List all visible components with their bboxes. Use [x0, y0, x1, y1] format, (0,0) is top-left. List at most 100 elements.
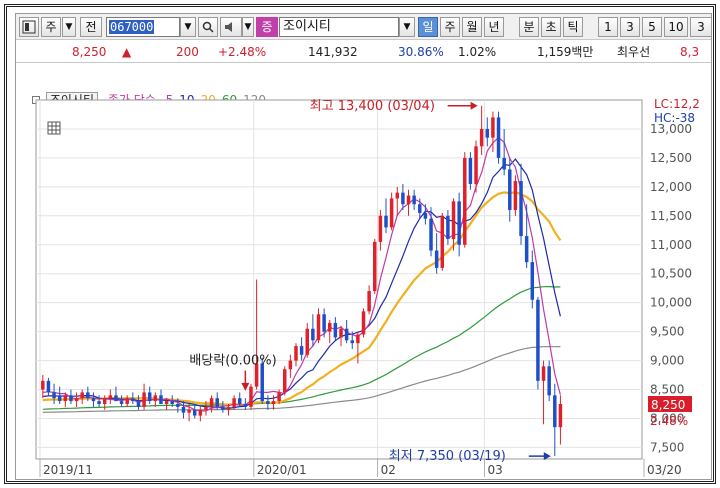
prefix-button[interactable]: 전: [80, 17, 102, 37]
candle-body: [52, 392, 56, 399]
ratio-one: 30.86%: [398, 45, 444, 59]
name-dropdown-icon[interactable]: ▼: [399, 17, 415, 37]
candle-body: [350, 340, 354, 344]
period-tick[interactable]: 틱: [563, 17, 583, 37]
candle-body: [260, 363, 264, 402]
candle-body: [232, 398, 236, 407]
candle-body: [299, 346, 304, 355]
candle-body: [547, 366, 551, 396]
candle-body: [344, 328, 349, 341]
candle-body: [423, 212, 428, 219]
period-week[interactable]: 주: [440, 17, 460, 37]
candle-body: [367, 291, 371, 312]
candle-body: [558, 403, 563, 428]
current-price: 8,250: [72, 45, 107, 59]
x-tick-label: 02: [381, 463, 396, 477]
candle-body: [305, 328, 309, 355]
interval-10[interactable]: 10: [664, 17, 688, 37]
candle-body: [74, 398, 79, 402]
candle-body: [209, 398, 214, 407]
hc-label: HC:-38: [654, 111, 695, 125]
grid-settings-icon[interactable]: [47, 121, 61, 135]
candle-body: [192, 409, 197, 416]
candle-body: [187, 409, 191, 413]
current-price-label: 8,250: [651, 398, 685, 412]
candle-body: [249, 386, 253, 407]
candle-body: [463, 157, 467, 245]
stock-code-value: 067000: [109, 20, 155, 34]
extra-quote: 8,3: [680, 45, 700, 59]
candle-body: [356, 334, 360, 344]
candle-body: [102, 398, 107, 404]
candle-body: [131, 398, 135, 402]
candle-body: [406, 195, 411, 205]
candle-body: [429, 218, 433, 251]
sound-dropdown-icon[interactable]: ▼: [242, 17, 254, 37]
interval-30[interactable]: 3: [690, 17, 711, 37]
y-tick-label: 10,000: [650, 296, 692, 310]
candle-body: [491, 117, 495, 138]
candle-body: [519, 181, 523, 237]
candle-body: [361, 311, 366, 335]
candle-body: [485, 128, 490, 138]
candle-body: [63, 395, 68, 402]
stock-code-input[interactable]: 067000: [106, 17, 180, 37]
candle-body: [536, 299, 540, 381]
candle-body: [266, 401, 270, 404]
y-tick-label: 8,500: [650, 383, 684, 397]
price-change: 200: [176, 45, 199, 59]
x-tick-label: 03: [487, 463, 502, 477]
toolbar: 주 ▼ 전 067000 ▼ ▼ 증 조이시티 ▼ 일 주 월 년 분 초 틱 …: [16, 14, 711, 40]
y-tick-label: 7,500: [650, 440, 684, 454]
period-second[interactable]: 초: [541, 17, 561, 37]
y-tick-label: 9,500: [650, 325, 684, 339]
search-icon[interactable]: [198, 17, 218, 37]
y-tick-label: 9,000: [650, 354, 684, 368]
candle-body: [153, 395, 158, 402]
candle-body: [288, 360, 293, 370]
quote-bar: 8,250 ▲ 200 +2.48% 141,932 30.86% 1.02% …: [16, 41, 711, 63]
stock-name-field[interactable]: 조이시티: [279, 17, 399, 37]
window-frame: 주 ▼ 전 067000 ▼ ▼ 증 조이시티 ▼ 일 주 월 년 분 초 틱 …: [4, 4, 716, 484]
high-annotation: 최고 13,400 (03/04): [310, 99, 435, 114]
type-dropdown-icon[interactable]: ▼: [62, 17, 76, 37]
period-minute[interactable]: 분: [519, 17, 539, 37]
candle-body: [147, 392, 152, 402]
period-day[interactable]: 일: [418, 17, 438, 37]
stock-type: 최우선: [617, 45, 651, 59]
speaker-icon[interactable]: [220, 17, 242, 37]
candle-body: [221, 406, 225, 410]
candle-body: [378, 215, 383, 242]
candle-body: [46, 380, 51, 393]
candle-body: [440, 215, 445, 268]
candle-body: [282, 369, 287, 393]
panel-icon[interactable]: [19, 17, 39, 37]
candle-body: [541, 366, 546, 381]
candle-body: [373, 241, 377, 292]
candle-body: [502, 157, 506, 170]
candle-body: [513, 181, 518, 211]
candle-body: [508, 169, 512, 211]
candle-body: [119, 401, 124, 404]
candle-body: [86, 392, 90, 399]
candle-body: [468, 157, 473, 184]
period-month[interactable]: 월: [462, 17, 482, 37]
y-tick-label: 10,500: [650, 267, 692, 281]
interval-1[interactable]: 1: [598, 17, 618, 37]
candle-body: [412, 195, 416, 205]
code-dropdown-icon[interactable]: ▼: [180, 17, 196, 37]
candle-body: [215, 398, 219, 407]
period-year[interactable]: 년: [484, 17, 504, 37]
type-select[interactable]: 주: [41, 17, 61, 37]
candle-body: [457, 201, 461, 245]
candle-body: [80, 392, 84, 399]
category-badge: 증: [256, 17, 278, 37]
interval-3[interactable]: 3: [620, 17, 640, 37]
candle-body: [277, 392, 281, 402]
candle-body: [142, 392, 146, 407]
candle-body: [401, 192, 405, 205]
candle-body: [226, 406, 231, 410]
interval-5[interactable]: 5: [642, 17, 662, 37]
candle-body: [395, 192, 400, 199]
candle-body: [108, 395, 113, 399]
